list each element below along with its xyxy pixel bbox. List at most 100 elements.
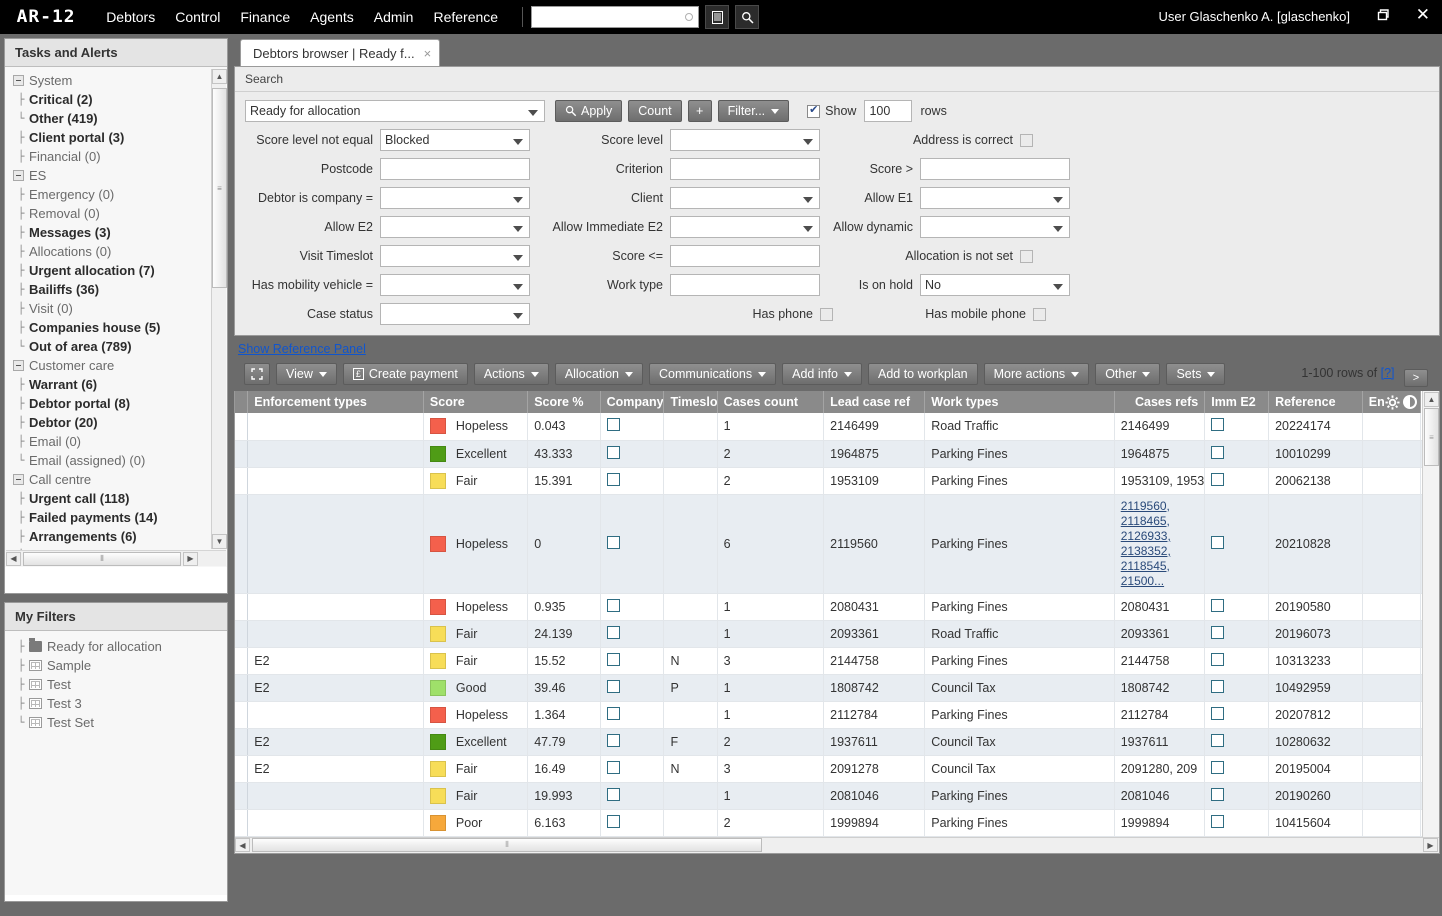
scroll-right-arrow-icon[interactable]: ▶ [183, 551, 198, 566]
tasks-tree-item[interactable]: └ Out of area (789) [13, 337, 227, 356]
count-button[interactable]: Count [628, 100, 682, 122]
scroll-thumb[interactable]: ≡ [212, 88, 227, 288]
collapse-toggle-icon[interactable] [13, 170, 24, 181]
allow-immediate-e2-select[interactable] [670, 216, 820, 238]
apply-button[interactable]: Apply [555, 100, 623, 122]
collapse-toggle-icon[interactable] [13, 360, 24, 371]
add-to-workplan-button[interactable]: Add to workplan [867, 363, 978, 385]
filter-list-item[interactable]: └ Test Set [13, 713, 227, 732]
case-ref-link[interactable]: 2119560, [1121, 499, 1198, 514]
table-row[interactable]: E2 Fair 16.49 N 3 2091278 Council Tax 2091280, … [235, 755, 1439, 783]
scroll-up-arrow-icon[interactable]: ▲ [212, 69, 227, 84]
client-select[interactable] [670, 187, 820, 209]
cell-imm-e2[interactable] [1204, 728, 1270, 756]
row-selector-cell[interactable] [235, 701, 249, 729]
imm-e2-checkbox[interactable] [1211, 472, 1225, 486]
imm-e2-checkbox[interactable] [1211, 760, 1225, 774]
imm-e2-checkbox[interactable] [1211, 706, 1225, 720]
tasks-tree-item[interactable]: ├ Arrangements (6) [13, 527, 227, 546]
grid-hscroll-thumb[interactable]: ⦀ [252, 838, 762, 852]
is-on-hold-select[interactable]: No [920, 274, 1070, 296]
company-checkbox[interactable] [606, 679, 620, 693]
sets-button[interactable]: Sets [1166, 363, 1226, 385]
tasks-tree-item[interactable]: ├ Companies house (5) [13, 318, 227, 337]
table-row[interactable]: E2 Fair 15.52 N 3 2144758 Parking Fines 2144758… [235, 647, 1439, 675]
imm-e2-checkbox[interactable] [1211, 814, 1225, 828]
cell-imm-e2[interactable] [1204, 782, 1270, 810]
row-selector-cell[interactable] [235, 440, 249, 468]
next-page-button[interactable]: > [1404, 369, 1428, 387]
saved-filter-select[interactable]: Ready for allocation [245, 100, 545, 122]
tasks-tree-item[interactable]: ├ Emergency (0) [13, 185, 227, 204]
tasks-tree-item[interactable]: ├ Bailiffs (36) [13, 280, 227, 299]
tasks-tree-item[interactable]: ├ Visit (0) [13, 299, 227, 318]
company-checkbox[interactable] [606, 445, 620, 459]
tasks-vertical-scrollbar[interactable]: ▲ ≡ ▼ [211, 69, 227, 549]
imm-e2-checkbox[interactable] [1211, 445, 1225, 459]
imm-e2-checkbox[interactable] [1211, 733, 1225, 747]
criterion-input[interactable] [670, 158, 820, 180]
has-mobility-vehicle-select[interactable] [380, 274, 530, 296]
tasks-tree-item[interactable]: ├ Critical (2) [13, 90, 227, 109]
tasks-tree-item[interactable]: ├ Debtor portal (8) [13, 394, 227, 413]
tasks-tree-item[interactable]: └ Email (assigned) (0) [13, 451, 227, 470]
nav-item-reference[interactable]: Reference [423, 9, 508, 25]
view-button[interactable]: View [276, 363, 337, 385]
allow-e2-select[interactable] [380, 216, 530, 238]
cell-imm-e2[interactable] [1204, 701, 1270, 729]
cell-imm-e2[interactable] [1204, 674, 1270, 702]
cell-imm-e2[interactable] [1204, 467, 1270, 495]
add-info-button[interactable]: Add info [782, 363, 862, 385]
tasks-tree-item[interactable]: ES [13, 166, 227, 185]
cell-company[interactable] [600, 593, 665, 621]
global-search-input[interactable] [531, 6, 700, 28]
cell-company[interactable] [600, 413, 665, 441]
imm-e2-checkbox[interactable] [1211, 535, 1225, 549]
filter-list-item[interactable]: ├ Test 3 [13, 694, 227, 713]
filter-list-item[interactable]: ├ Test [13, 675, 227, 694]
company-checkbox[interactable] [606, 598, 620, 612]
show-rows-checkbox[interactable] [807, 103, 821, 118]
collapse-toggle-icon[interactable] [13, 474, 24, 485]
table-row[interactable]: Fair 24.139 1 2093361 Road Traffic 2093361 201… [235, 620, 1439, 648]
th-company[interactable]: Company [600, 391, 665, 413]
debtor-is-company-select[interactable] [380, 187, 530, 209]
actions-button[interactable]: Actions [473, 363, 549, 385]
has-mobile-phone-checkbox[interactable] [1033, 307, 1046, 321]
case-ref-link[interactable]: 2138352, [1121, 544, 1198, 559]
company-checkbox[interactable] [606, 625, 620, 639]
case-ref-link[interactable]: 2118465, [1121, 514, 1198, 529]
cell-imm-e2[interactable] [1204, 593, 1270, 621]
tasks-horizontal-scrollbar[interactable]: ◀ ⦀ ▶ [6, 550, 226, 566]
imm-e2-checkbox[interactable] [1211, 418, 1225, 432]
th-en[interactable]: En [1362, 391, 1422, 413]
rows-count-input[interactable] [864, 100, 913, 122]
tasks-tree-item[interactable]: Call centre [13, 470, 227, 489]
other-button[interactable]: Other [1095, 363, 1161, 385]
tasks-tree-item[interactable]: ├ Warrant (6) [13, 375, 227, 394]
company-checkbox[interactable] [606, 814, 620, 828]
grid-scroll-thumb[interactable]: ≡ [1424, 408, 1439, 466]
row-selector-cell[interactable] [235, 593, 249, 621]
collapse-toggle-icon[interactable] [13, 75, 24, 86]
has-phone-checkbox[interactable] [820, 307, 833, 321]
th-cases-refs[interactable]: Cases refs [1114, 391, 1206, 413]
company-checkbox[interactable] [606, 472, 620, 486]
th-score-pct[interactable]: Score % [527, 391, 601, 413]
tasks-tree-item[interactable]: ├ Allocations (0) [13, 242, 227, 261]
window-restore-button[interactable] [1375, 8, 1390, 25]
tab-close-icon[interactable]: × [424, 46, 432, 61]
table-row[interactable]: Excellent 43.333 2 1964875 Parking Fines 1964… [235, 440, 1439, 468]
company-checkbox[interactable] [606, 535, 620, 549]
row-selector-cell[interactable] [235, 674, 249, 702]
imm-e2-checkbox[interactable] [1211, 652, 1225, 666]
nav-item-debtors[interactable]: Debtors [96, 9, 165, 25]
grid-scroll-right-arrow-icon[interactable]: ▶ [1423, 838, 1438, 852]
table-row[interactable]: Hopeless 0.043 1 2146499 Road Traffic 2146499… [235, 413, 1439, 441]
row-selector-cell[interactable] [235, 620, 249, 648]
nav-item-admin[interactable]: Admin [364, 9, 424, 25]
th-cases-count[interactable]: Cases count [717, 391, 825, 413]
cell-company[interactable] [600, 782, 665, 810]
scroll-left-arrow-icon[interactable]: ◀ [6, 551, 21, 566]
cell-company[interactable] [600, 467, 665, 495]
